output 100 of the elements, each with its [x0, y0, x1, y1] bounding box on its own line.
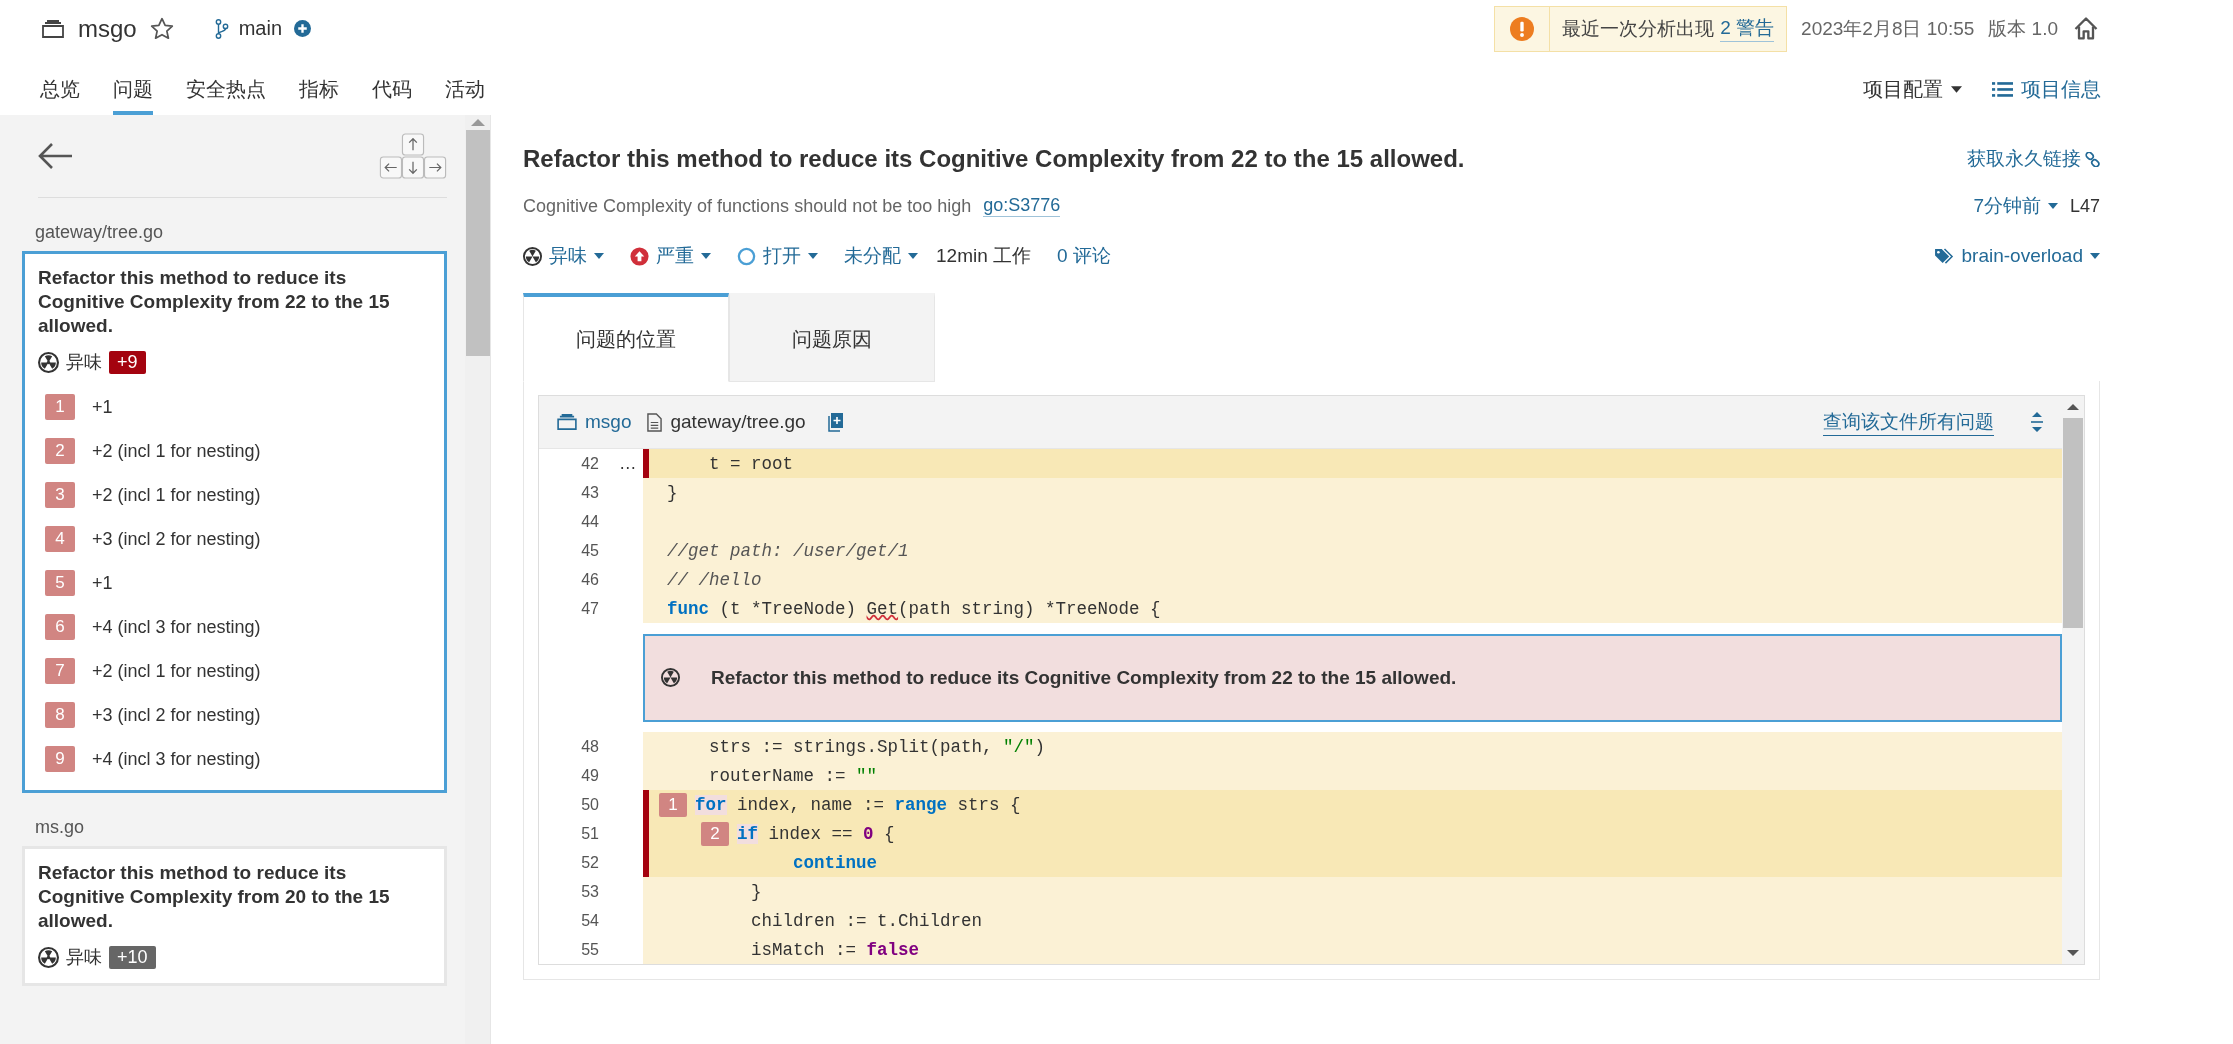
warnings-link[interactable]: 2 警告 — [1720, 15, 1775, 42]
all-file-issues-link[interactable]: 查询该文件所有问题 — [1823, 408, 1994, 436]
line-number: 46 — [580, 570, 599, 589]
file-path: ms.go — [34, 817, 86, 838]
caret-icon — [908, 253, 918, 259]
rule-description: Cognitive Complexity of functions should not be too high — [523, 195, 972, 217]
project-name[interactable]: msgo — [78, 14, 137, 43]
project-settings-dropdown[interactable]: 项目配置 — [1863, 76, 1962, 103]
issue-type: 异味 — [66, 946, 102, 969]
repository-icon — [42, 19, 64, 38]
type-dropdown[interactable]: 异味 — [523, 243, 604, 269]
tag-icon — [1933, 247, 1955, 265]
branch-icon — [214, 16, 229, 41]
code-line: strs := strings.Split(path, "/") — [708, 736, 1046, 757]
flow-step[interactable]: +1 — [92, 572, 113, 594]
link-icon — [2085, 151, 2100, 167]
branch-name[interactable]: main — [238, 17, 283, 40]
line-number: 42 — [580, 454, 599, 473]
nav-tab[interactable]: 代码 — [372, 76, 412, 115]
star-icon[interactable] — [148, 15, 175, 42]
code-line: //get path: /user/get/1 — [667, 540, 909, 561]
code-line: isMatch := false — [750, 939, 920, 960]
detail-tab[interactable]: 问题原因 — [729, 293, 935, 382]
line-number: 53 — [580, 882, 599, 901]
nav-tab[interactable]: 指标 — [299, 76, 339, 115]
line-number: 45 — [580, 541, 599, 560]
line-number: 54 — [580, 911, 599, 930]
flow-step[interactable]: +3 (incl 2 for nesting) — [92, 704, 261, 726]
project-info-link[interactable]: 项目信息 — [1992, 76, 2101, 103]
code-line: t = root — [708, 453, 794, 474]
assignee-dropdown[interactable]: 未分配 — [844, 243, 918, 269]
issue-message-box[interactable]: Refactor this method to reduce its Cognitive Complexity from 22 to the 15 allowed. — [643, 633, 2062, 722]
flow-step[interactable]: +2 (incl 1 for nesting) — [92, 440, 261, 462]
issue-card[interactable]: Refactor this method to reduce its Cognitive Complexity from 20 to the 15 allowed. 异味 +10 — [22, 846, 447, 986]
flow-step[interactable]: +3 (incl 2 for nesting) — [92, 528, 261, 550]
flow-step[interactable]: +2 (incl 1 for nesting) — [92, 484, 261, 506]
issue-title: Refactor this method to reduce its Cognitive Complexity from 22 to the 15 allowed. — [523, 145, 1465, 173]
line-number: 49 — [580, 766, 599, 785]
nav-tab[interactable]: 总览 — [40, 76, 80, 115]
list-icon — [1992, 81, 2013, 98]
effort-label: 12min 工作 — [936, 244, 1032, 268]
code-line: if index == 0 { — [737, 823, 895, 844]
flow-step[interactable]: +2 (incl 1 for nesting) — [92, 660, 261, 682]
code-line: } — [667, 482, 678, 503]
issue-message: Refactor this method to reduce its Cognitive Complexity from 22 to the 15 allowed. — [711, 666, 1457, 689]
caret-icon — [808, 253, 818, 259]
issue-title: Refactor this method to reduce its Cognitive Complexity from 20 to the 15 allowed. — [38, 861, 391, 933]
line-number: 47 — [580, 599, 599, 618]
line-number: 44 — [580, 512, 599, 531]
file-path: gateway/tree.go — [34, 222, 165, 243]
comments-link[interactable]: 0 评论 — [1057, 243, 1111, 269]
code-line: func (t *TreeNode) Get(path string) *TreeNode { — [667, 598, 1161, 619]
code-line: // /hello — [667, 569, 762, 590]
expand-icon[interactable] — [2030, 411, 2044, 433]
back-arrow-icon[interactable] — [38, 142, 74, 170]
version-label: 版本 1.0 — [1988, 16, 2058, 41]
caret-icon — [701, 253, 711, 259]
code-smell-icon — [523, 246, 542, 266]
issue-type: 异味 — [66, 351, 102, 374]
keyboard-shortcuts-icon — [379, 133, 447, 179]
code-line: children := t.Children — [750, 910, 983, 931]
caret-icon — [2090, 253, 2100, 259]
flow-step[interactable]: +4 (incl 3 for nesting) — [92, 616, 261, 638]
open-status-icon — [737, 246, 756, 266]
line-number: 48 — [580, 737, 599, 756]
scrollbar[interactable] — [2062, 396, 2084, 964]
warning-message: 最近一次分析出现 2 警告 — [1550, 6, 1787, 51]
nav-tab[interactable]: 安全热点 — [186, 76, 266, 115]
file-path: gateway/tree.go — [670, 411, 806, 433]
line-number: 50 — [580, 795, 599, 814]
flow-step[interactable]: +4 (incl 3 for nesting) — [92, 748, 261, 770]
add-file-icon[interactable] — [827, 412, 844, 432]
permalink-link[interactable]: 获取永久链接 — [1967, 146, 2100, 172]
flow-step[interactable]: +1 — [92, 396, 113, 418]
code-smell-icon — [38, 351, 59, 373]
status-dropdown[interactable]: 打开 — [737, 243, 818, 269]
line-number: 51 — [580, 824, 599, 843]
line-number: 43 — [580, 483, 599, 502]
line-number: 55 — [580, 940, 599, 959]
detail-tab[interactable]: 问题的位置 — [523, 293, 729, 382]
home-icon[interactable] — [2072, 14, 2100, 43]
issue-card[interactable] — [22, 251, 447, 793]
rule-link[interactable]: go:S3776 — [983, 195, 1061, 217]
analysis-date: 2023年2月8日 10:55 — [1801, 16, 1975, 41]
file-icon — [647, 412, 663, 432]
project-link[interactable]: msgo — [585, 411, 632, 433]
code-line: routerName := "" — [708, 765, 878, 786]
effort-badge: +9 — [109, 350, 146, 374]
code-smell-icon — [661, 668, 680, 687]
ellipsis-marker[interactable]: … — [619, 453, 637, 473]
code-smell-icon — [38, 946, 59, 968]
tags-dropdown[interactable]: brain-overload — [1933, 245, 2100, 267]
code-line: continue — [792, 852, 878, 873]
age-dropdown[interactable]: 7分钟前 — [1973, 193, 2058, 219]
line-number: 52 — [580, 853, 599, 872]
nav-tab[interactable]: 活动 — [445, 76, 485, 115]
warning-icon — [1510, 16, 1535, 41]
caret-icon — [1951, 86, 1962, 93]
plus-circle-icon[interactable] — [294, 20, 312, 37]
severity-dropdown[interactable]: 严重 — [630, 243, 711, 269]
